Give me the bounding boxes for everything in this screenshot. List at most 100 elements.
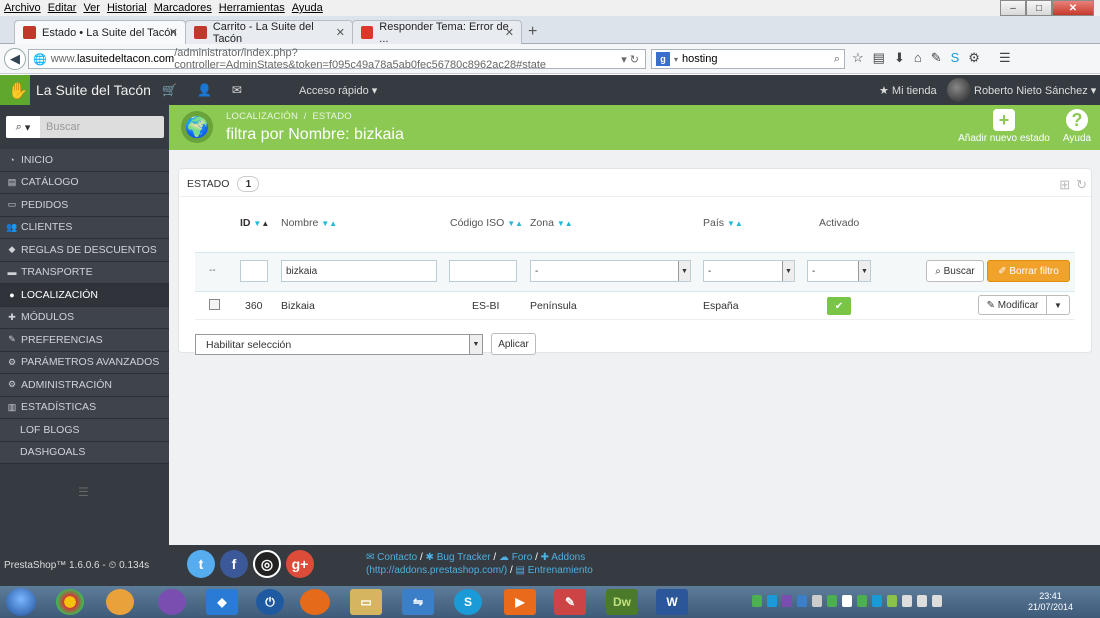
bookmark-star-icon[interactable]: ☆ (852, 50, 864, 66)
sidebar-item-preferencias[interactable]: ✎ PREFERENCIAS (0, 329, 169, 352)
contact-link[interactable]: Contacto (377, 552, 417, 563)
sidebar-item-localizacion[interactable]: ● LOCALIZACIÓN (0, 284, 169, 307)
flag-icon[interactable] (932, 595, 942, 607)
word-icon[interactable]: W (656, 589, 688, 615)
tab-carrito[interactable]: Carrito - La Suite del Tacón ✕ (185, 20, 353, 45)
sidebar-item-lof-blogs[interactable]: LOF BLOGS (0, 419, 169, 442)
sidebar-item-clientes[interactable]: 👥 CLIENTES (0, 216, 169, 239)
filter-zone-select[interactable]: - ▼ (530, 260, 691, 282)
tab-estado[interactable]: Estado • La Suite del Tacón ✕ (14, 20, 186, 44)
sidebar-item-catalogo[interactable]: ▤ CATÁLOGO (0, 171, 169, 194)
menu-icon[interactable]: ☰ (999, 50, 1011, 66)
bookmarks-list-icon[interactable]: ▤ (873, 50, 885, 66)
chrome-icon[interactable] (56, 589, 84, 615)
search-input[interactable]: Buscar (46, 121, 80, 133)
dropbox-icon[interactable]: ◆ (206, 589, 238, 615)
dreamweaver-icon[interactable]: Dw (606, 589, 638, 615)
sidebar-item-dashgoals[interactable]: DASHGOALS (0, 441, 169, 464)
user-menu[interactable]: Roberto Nieto Sánchez ▾ (974, 84, 1096, 97)
tray-icon[interactable] (812, 595, 822, 607)
sidebar-item-administracion[interactable]: ⚙ ADMINISTRACIÓN (0, 374, 169, 397)
media-icon[interactable] (158, 589, 186, 615)
tab-responder[interactable]: Responder Tema: Error de ... ✕ (352, 20, 522, 45)
table-row[interactable]: 360 Bizkaia ES-BI Península España ✔ ✎ M… (195, 292, 1075, 320)
url-bar[interactable]: 🌐 www. lasuitedeltacon.com/administrator/… (28, 47, 646, 71)
search-icon[interactable]: ⌕ (834, 53, 840, 66)
tray-icon[interactable] (872, 595, 882, 607)
sort-desc-icon[interactable]: ▼ (507, 219, 515, 228)
twitter-icon[interactable]: t (187, 550, 215, 578)
network-icon[interactable] (902, 595, 912, 607)
quick-access-menu[interactable]: Acceso rápido ▾ (299, 84, 377, 97)
filter-iso-input[interactable] (449, 260, 517, 282)
start-button[interactable] (6, 588, 36, 616)
edit-button[interactable]: ✎ Modificar (979, 296, 1047, 314)
addons-url-link[interactable]: (http://addons.prestashop.com/) (366, 565, 507, 576)
ccleaner-icon[interactable]: ✎ (554, 589, 586, 615)
help-button[interactable]: ? Ayuda (1060, 109, 1094, 144)
filter-country-select[interactable]: - ▼ (703, 260, 795, 282)
add-icon[interactable]: ⊞ (1059, 177, 1070, 193)
menu-editar[interactable]: Editar (48, 2, 77, 14)
minimize-button[interactable]: – (1000, 0, 1026, 16)
menu-ayuda[interactable]: Ayuda (292, 2, 323, 14)
google-plus-icon[interactable]: g+ (286, 550, 314, 578)
tray-icon[interactable] (752, 595, 762, 607)
user-icon[interactable]: 👤 (197, 83, 212, 97)
tab-close-icon[interactable]: ✕ (169, 26, 178, 39)
collapse-sidebar-icon[interactable]: ☰ (78, 485, 89, 499)
tray-icon[interactable] (887, 595, 897, 607)
addon-icon[interactable]: ⚙ (968, 50, 980, 66)
maximize-button[interactable]: □ (1026, 0, 1052, 16)
reset-filter-button[interactable]: ✐ Borrar filtro (987, 260, 1070, 282)
addons-link[interactable]: Addons (551, 552, 585, 563)
prestashop-logo-icon[interactable]: ✋ (8, 81, 28, 101)
tab-close-icon[interactable]: ✕ (336, 26, 345, 39)
filter-name-input[interactable]: bizkaia (281, 260, 437, 282)
menu-archivo[interactable]: Archivo (4, 2, 41, 14)
filter-id-input[interactable] (240, 260, 268, 282)
skype-icon[interactable]: S (951, 50, 960, 66)
row-checkbox[interactable] (209, 299, 220, 310)
power-icon[interactable]: ⏻ (256, 589, 284, 615)
sidebar-item-pedidos[interactable]: ▭ PEDIDOS (0, 194, 169, 217)
tab-close-icon[interactable]: ✕ (505, 26, 514, 39)
add-new-state-button[interactable]: + Añadir nuevo estado (956, 109, 1052, 144)
sort-asc-icon[interactable]: ▲ (565, 219, 573, 228)
apply-button[interactable]: Aplicar (491, 333, 536, 355)
sort-desc-icon[interactable]: ▼ (557, 219, 565, 228)
sort-asc-icon[interactable]: ▲ (735, 219, 743, 228)
new-tab-button[interactable]: + (528, 23, 537, 41)
tray-icon[interactable] (827, 595, 837, 607)
github-icon[interactable]: ◎ (253, 550, 281, 578)
search-scope-dropdown[interactable]: ⌕ ▾ (6, 116, 40, 138)
search-engine-icon[interactable]: g (656, 52, 670, 66)
home-icon[interactable]: ⌂ (914, 50, 922, 66)
addon-icon[interactable]: ✎ (931, 50, 942, 66)
envelope-icon[interactable]: ✉ (232, 83, 242, 97)
refresh-icon[interactable]: ↻ (1076, 177, 1087, 193)
video-player-icon[interactable]: ▶ (504, 589, 536, 615)
tray-icon[interactable] (857, 595, 867, 607)
tray-icon[interactable] (797, 595, 807, 607)
skype-icon[interactable]: S (454, 589, 482, 615)
menu-herramientas[interactable]: Herramientas (219, 2, 285, 14)
sort-asc-icon[interactable]: ▲ (515, 219, 523, 228)
firefox-icon[interactable] (300, 589, 330, 615)
sidebar-item-estadisticas[interactable]: ▥ ESTADÍSTICAS (0, 396, 169, 419)
sort-asc-icon[interactable]: ▲ (261, 219, 269, 228)
sort-desc-icon[interactable]: ▼ (321, 219, 329, 228)
downloads-icon[interactable]: ⬇ (894, 50, 905, 66)
shop-name[interactable]: La Suite del Tacón (36, 82, 151, 98)
menu-ver[interactable]: Ver (83, 2, 100, 14)
active-check-icon[interactable]: ✔ (827, 297, 851, 315)
facebook-icon[interactable]: f (220, 550, 248, 578)
cart-icon[interactable]: 🛒 (162, 83, 177, 97)
bulk-action-select[interactable]: Habilitar selección ▼ (195, 334, 483, 355)
tray-icon[interactable] (767, 595, 777, 607)
filter-active-select[interactable]: - ▼ (807, 260, 871, 282)
sidebar-item-transporte[interactable]: ▬ TRANSPORTE (0, 261, 169, 284)
volume-icon[interactable] (917, 595, 927, 607)
training-link[interactable]: Entrenamiento (528, 565, 593, 576)
search-button[interactable]: ⌕ Buscar (926, 260, 984, 282)
